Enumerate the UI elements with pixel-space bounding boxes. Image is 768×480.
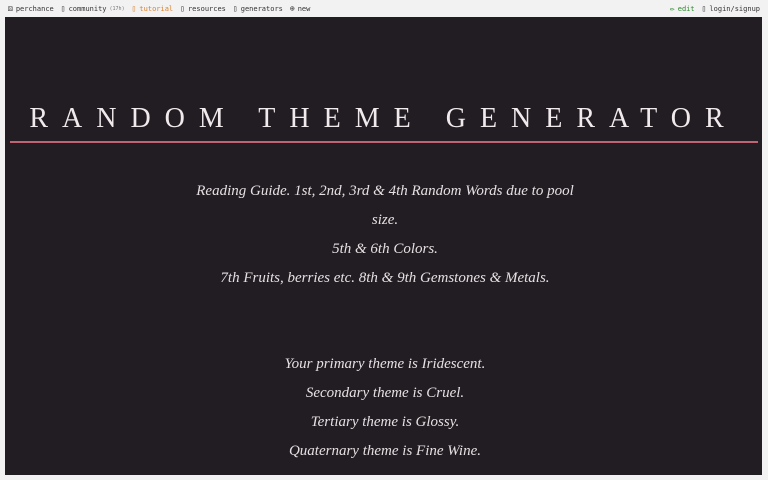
tertiary-theme: Tertiary theme is Glossy. [310, 414, 460, 430]
nav-resources-label: resources [187, 4, 226, 13]
nav-community-label: community [68, 4, 107, 13]
pencil-icon: ✏ [669, 3, 675, 13]
nav-login[interactable]: ▯ login/signup [701, 3, 760, 13]
nav-tutorial[interactable]: ▯ tutorial [131, 3, 174, 13]
plus-circle-icon: ⊕ [289, 3, 295, 13]
folder-icon: ▯ [180, 3, 185, 13]
top-nav-right: ✏ edit ▯ login/signup [669, 3, 760, 13]
nav-generators[interactable]: ▯ generators [232, 3, 283, 13]
nav-login-label: login/signup [709, 4, 760, 13]
generator-output-panel: RANDOM THEME GENERATOR Reading Guide. 1s… [5, 17, 762, 475]
title-divider [10, 141, 758, 143]
nav-perchance[interactable]: ⚄ perchance [8, 3, 54, 13]
nav-new-label: new [297, 4, 311, 13]
nav-community[interactable]: ▯ community (17h) [60, 3, 125, 13]
nav-edit[interactable]: ✏ edit [669, 3, 695, 13]
top-nav-left: ⚄ perchance ▯ community (17h) ▯ tutorial… [8, 3, 311, 13]
book-icon: ▯ [131, 3, 137, 13]
chat-icon: ▯ [60, 3, 66, 13]
reading-guide: Reading Guide. 1st, 2nd, 3rd & 4th Rando… [185, 177, 585, 293]
dice-icon: ⚄ [8, 3, 13, 13]
nav-resources[interactable]: ▯ resources [180, 3, 226, 13]
top-nav-bar: ⚄ perchance ▯ community (17h) ▯ tutorial… [0, 0, 768, 17]
quaternary-theme: Quaternary theme is Fine Wine. [288, 443, 482, 459]
user-icon: ▯ [701, 3, 707, 13]
nav-edit-label: edit [677, 4, 695, 13]
nav-tutorial-label: tutorial [139, 4, 174, 13]
theme-results: Your primary theme is Iridescent. Second… [185, 350, 585, 466]
nav-generators-label: generators [240, 4, 283, 13]
primary-theme: Your primary theme is Iridescent. [284, 356, 486, 372]
community-badge: (17h) [109, 5, 125, 12]
secondary-theme: Secondary theme is Cruel. [305, 385, 465, 401]
page-title: RANDOM THEME GENERATOR [29, 103, 738, 134]
nav-perchance-label: perchance [15, 4, 54, 13]
guide-line: 5th & 6th Colors. [332, 241, 438, 257]
guide-line: 7th Fruits, berries etc. 8th & 9th Gemst… [220, 270, 550, 286]
grid-icon: ▯ [232, 3, 238, 13]
nav-new[interactable]: ⊕ new [289, 3, 311, 13]
guide-line: Reading Guide. 1st, 2nd, 3rd & 4th Rando… [196, 183, 574, 228]
